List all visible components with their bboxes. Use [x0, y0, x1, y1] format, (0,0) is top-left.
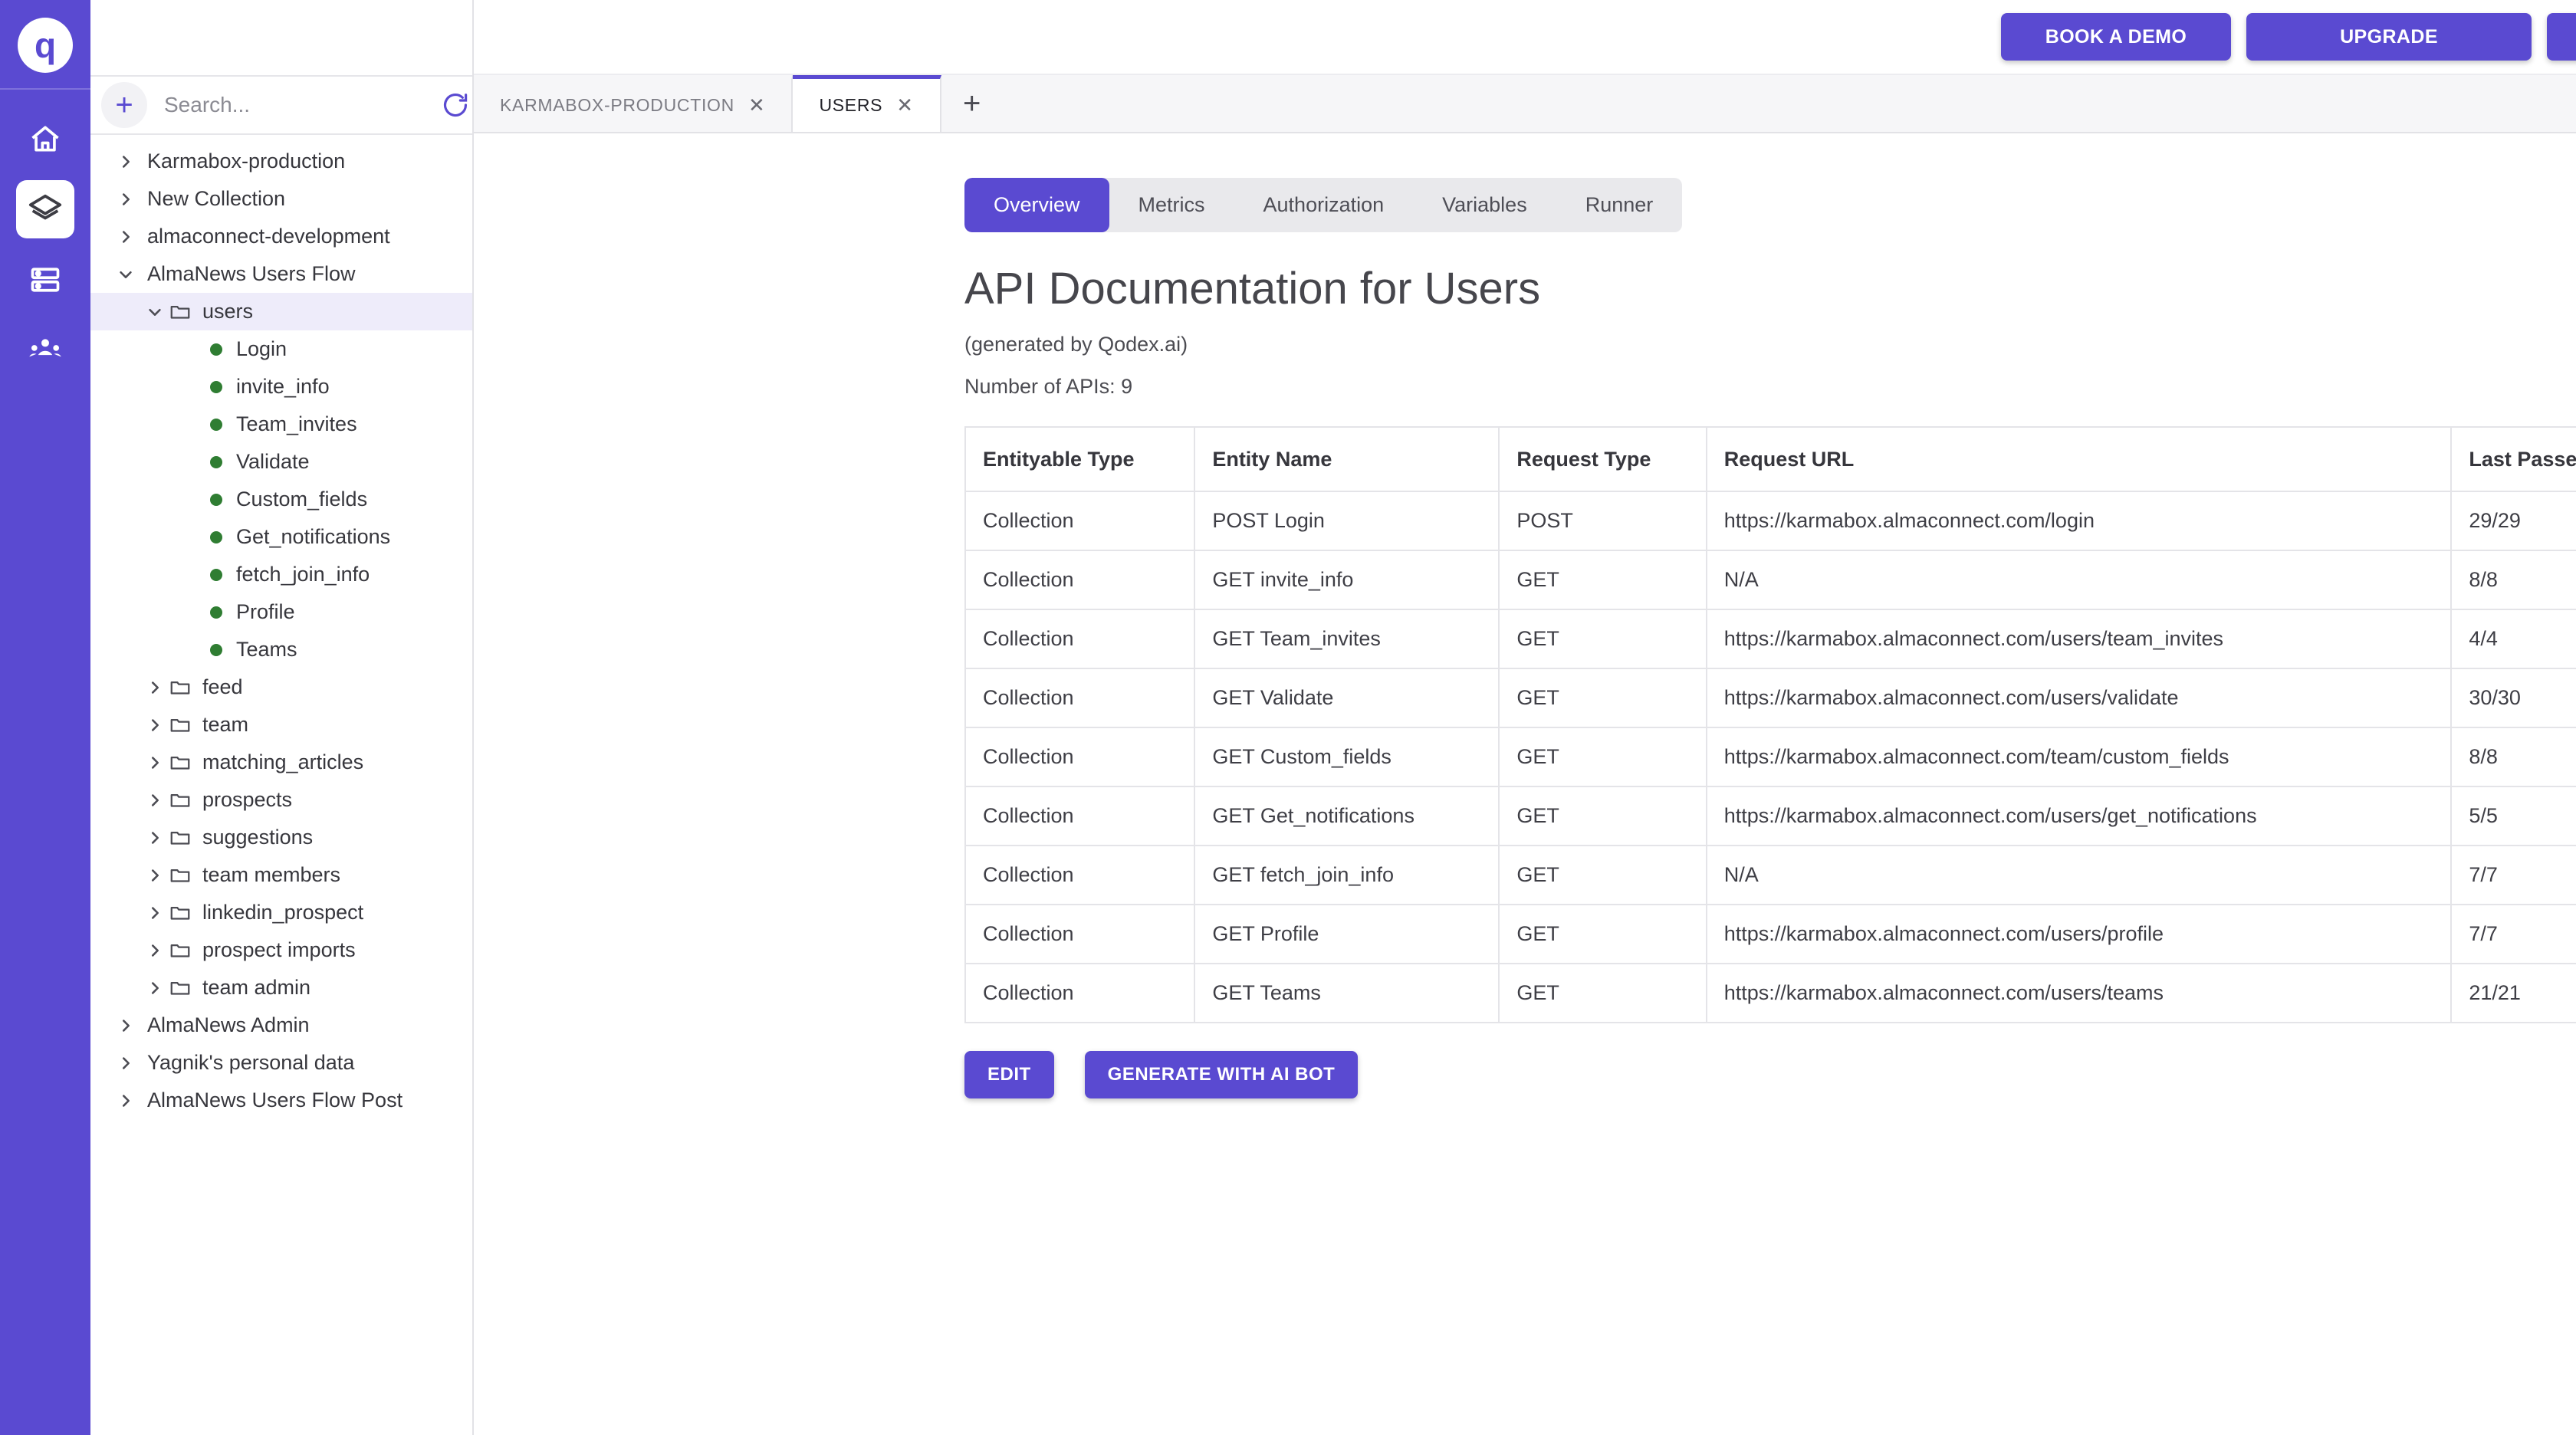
cell-last-passed: 21/21: [2450, 963, 2576, 1023]
cell-entityable-type: Collection: [964, 727, 1196, 787]
cell-entity-name[interactable]: GET Profile: [1194, 904, 1500, 964]
table-row: Collection POST Login POST https://karmabox…: [964, 491, 2576, 551]
cell-request-type: GET: [1498, 727, 1707, 787]
cell-entityable-type: Collection: [964, 904, 1196, 964]
cell-entity-name[interactable]: GET invite_info: [1194, 550, 1500, 610]
cell-last-passed: 7/7: [2450, 904, 2576, 964]
add-new-button[interactable]: +: [101, 82, 147, 128]
table-row: Collection GET Profile GET https://karmabox…: [964, 904, 2576, 964]
table-header-request-type: Request Type: [1498, 426, 1707, 492]
section-tab-authorization[interactable]: Authorization: [1234, 178, 1414, 232]
top-bar: BOOK A DEMO UPGRADE ALMANEWS: [474, 0, 2576, 75]
table-header-request-url: Request URL: [1705, 426, 2453, 492]
cell-last-passed: 7/7: [2450, 845, 2576, 905]
cell-entityable-type: Collection: [964, 845, 1196, 905]
table-body: Collection POST Login POST https://karmabox…: [964, 491, 2576, 1023]
cell-request-type: GET: [1498, 668, 1707, 728]
close-icon[interactable]: ✕: [748, 94, 766, 117]
api-count-text: Number of APIs: 9: [964, 375, 1133, 398]
tab-users[interactable]: USERS ✕: [793, 75, 941, 132]
tab-bar: KARMABOX-PRODUCTION ✕ USERS ✕ +: [474, 75, 2576, 133]
cell-request-url: https://karmabox.almaconnect.com/users/v…: [1705, 668, 2453, 728]
tab-label: USERS: [819, 95, 883, 115]
cell-request-type: GET: [1498, 609, 1707, 669]
cell-last-passed: 8/8: [2450, 550, 2576, 610]
table-row: CollectionGET invite_infoGETN/A8/810.5 m…: [964, 550, 2576, 610]
cell-last-passed: 29/29: [2450, 491, 2576, 551]
section-tab-overview[interactable]: Overview: [964, 178, 1109, 232]
cell-request-type: GET: [1498, 963, 1707, 1023]
cell-request-url: N/A: [1705, 550, 2453, 610]
section-tab-variables[interactable]: Variables: [1413, 178, 1556, 232]
tab-karmabox-production[interactable]: KARMABOX-PRODUCTION ✕: [474, 75, 794, 132]
cell-entity-name[interactable]: GET Team_invites: [1194, 609, 1500, 669]
action-buttons: EDIT GENERATE WITH AI BOT: [964, 1051, 2576, 1098]
new-tab-button[interactable]: +: [941, 75, 1003, 132]
app-logo[interactable]: q: [18, 18, 73, 73]
organization-selector[interactable]: ALMANEWS: [2547, 13, 2576, 61]
cell-entityable-type: Collection: [964, 550, 1196, 610]
cell-last-passed: 8/8: [2450, 727, 2576, 787]
cell-request-url: N/A: [1705, 845, 2453, 905]
close-icon[interactable]: ✕: [896, 94, 914, 117]
cell-last-passed: 5/5: [2450, 786, 2576, 846]
table-header-entity-name: Entity Name: [1194, 426, 1500, 492]
table-row: CollectionGET fetch_join_infoGETN/A7/711…: [964, 845, 2576, 905]
table-header-row: Entityable Type Entity Name Request Type Re…: [964, 426, 2576, 492]
cell-request-url: https://karmabox.almaconnect.com/users/p…: [1705, 904, 2453, 964]
cell-entity-name[interactable]: GET Get_notifications: [1194, 786, 1500, 846]
cell-request-type: POST: [1498, 491, 1707, 551]
cell-entityable-type: Collection: [964, 668, 1196, 728]
cell-entityable-type: Collection: [964, 609, 1196, 669]
cell-request-type: GET: [1498, 904, 1707, 964]
cell-entity-name[interactable]: GET Teams: [1194, 963, 1500, 1023]
cell-entity-name[interactable]: GET Validate: [1194, 668, 1500, 728]
cell-request-type: GET: [1498, 786, 1707, 846]
upgrade-button[interactable]: UPGRADE: [2246, 13, 2532, 61]
rail-divider: [0, 88, 90, 90]
cell-request-url: https://karmabox.almaconnect.com/login: [1705, 491, 2453, 551]
page-title: API Documentation for Users: [964, 264, 1541, 314]
cell-request-url: https://karmabox.almaconnect.com/users/g…: [1705, 786, 2453, 846]
cell-request-url: https://karmabox.almaconnect.com/team/cu…: [1705, 727, 2453, 787]
table-row: Collection GET Custom_fields GET https://ka…: [964, 727, 2576, 787]
api-documentation-table: Entityable Type Entity Name Request Type Re…: [964, 426, 2576, 1023]
cell-last-passed: 30/30: [2450, 668, 2576, 728]
table-row: Collection GET Teams GET https://karmabox.a…: [964, 963, 2576, 1023]
table-header-last-passed-tests: Last Passed tests: [2450, 426, 2576, 492]
cell-request-type: GET: [1498, 550, 1707, 610]
table-header-entityable-type: Entityable Type: [964, 426, 1196, 492]
generate-with-ai-bot-button[interactable]: GENERATE WITH AI BOT: [1084, 1051, 1359, 1098]
section-tab-metrics[interactable]: Metrics: [1109, 178, 1234, 232]
cell-last-passed: 4/4: [2450, 609, 2576, 669]
section-tabs: Overview Metrics Authorization Variables Run…: [964, 178, 1683, 232]
cell-request-type: GET: [1498, 845, 1707, 905]
cell-entityable-type: Collection: [964, 491, 1196, 551]
app-root: q + Search... Karmabox-production New Co…: [0, 0, 2576, 1435]
cell-request-url: https://karmabox.almaconnect.com/users/t…: [1705, 963, 2453, 1023]
section-tab-runner[interactable]: Runner: [1556, 178, 1683, 232]
cell-entity-name[interactable]: GET fetch_join_info: [1194, 845, 1500, 905]
tab-label: KARMABOX-PRODUCTION: [500, 95, 734, 115]
table-row: Collection GET Get_notifications GET https:…: [964, 786, 2576, 846]
cell-entity-name[interactable]: POST Login: [1194, 491, 1500, 551]
table-row: Collection GET Team_invites GET https://kar…: [964, 609, 2576, 669]
sidebar-search-row: +: [90, 75, 472, 135]
cell-request-url: https://karmabox.almaconnect.com/users/t…: [1705, 609, 2453, 669]
cell-entity-name[interactable]: GET Custom_fields: [1194, 727, 1500, 787]
book-a-demo-button[interactable]: BOOK A DEMO: [2001, 13, 2231, 61]
cell-entityable-type: Collection: [964, 786, 1196, 846]
edit-button[interactable]: EDIT: [964, 1051, 1054, 1098]
cell-entityable-type: Collection: [964, 963, 1196, 1023]
table-row: Collection GET Validate GET https://karmabo…: [964, 668, 2576, 728]
main-panel: BOOK A DEMO UPGRADE ALMANEWS KARMABOX-PR…: [474, 0, 2576, 1435]
search-input[interactable]: [147, 93, 441, 117]
content-area: Overview Metrics Authorization Variables Run…: [0, 133, 2576, 1435]
generated-by-text: (generated by Qodex.ai): [964, 333, 1188, 356]
